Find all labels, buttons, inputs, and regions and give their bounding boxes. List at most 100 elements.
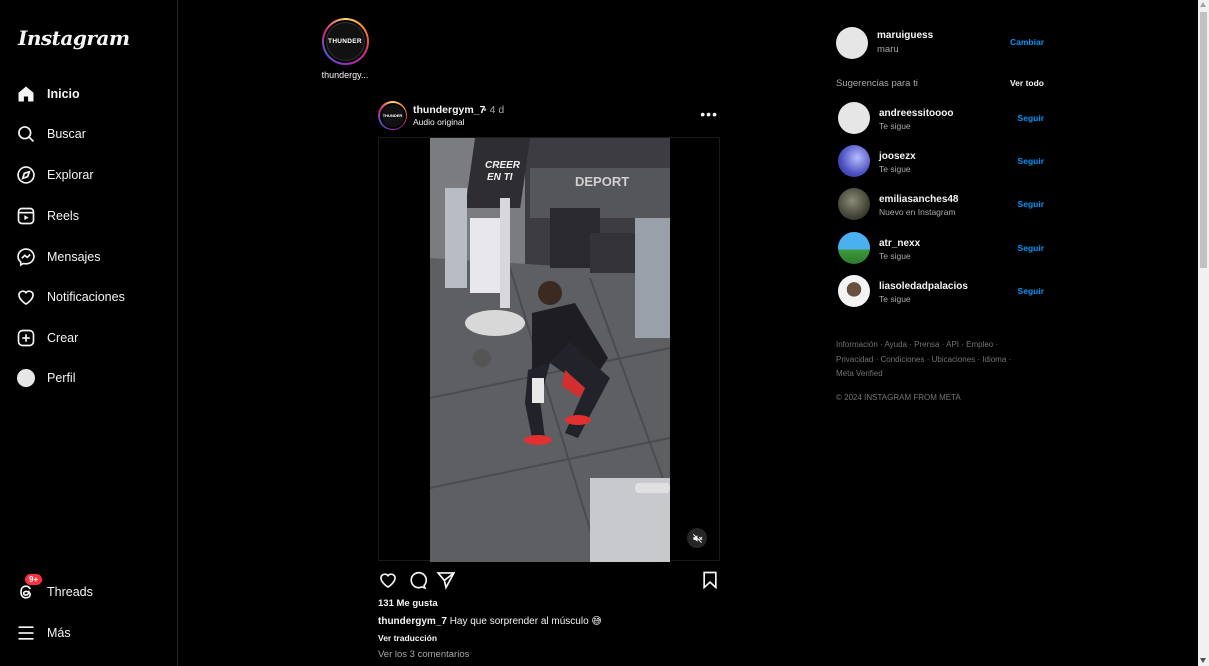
threads-icon: 9+ [16, 574, 43, 602]
view-comments-link[interactable]: Ver los 3 comentarios [378, 649, 469, 660]
reels-icon [16, 206, 36, 226]
feed-post: THUNDER thundergym_7 • 4 d Audio origina… [378, 100, 720, 660]
instagram-app: Instagram Inicio Buscar Explorar Reels M… [0, 0, 1209, 666]
sidebar-item-crear[interactable]: Crear [16, 325, 166, 351]
avatar[interactable] [838, 275, 870, 307]
follow-button[interactable]: Seguir [1018, 156, 1044, 166]
suggestion-item: atr_nexx Te sigue Seguir [836, 232, 1046, 266]
post-media[interactable]: DEPORT CREER EN TI [378, 137, 720, 562]
suggestion-reason: Nuevo en Instagram [879, 207, 956, 217]
avatar[interactable] [838, 102, 870, 134]
search-icon [16, 124, 36, 144]
see-translation-link[interactable]: Ver traducción [378, 633, 437, 643]
sidebar-item-label: Threads [47, 585, 93, 599]
suggestion-username[interactable]: andreessitoooo [879, 108, 953, 119]
sidebar-item-notificaciones[interactable]: Notificaciones [16, 284, 166, 310]
plus-square-icon [16, 328, 36, 348]
video-sign-deport: DEPORT [575, 174, 629, 189]
switch-account-button[interactable]: Cambiar [1010, 37, 1044, 47]
sidebar-item-label: Explorar [47, 168, 94, 182]
video-sign-creer: CREER [485, 160, 521, 171]
page-scrollbar[interactable] [1198, 0, 1209, 666]
story-item[interactable]: THUNDER thundergy... [320, 18, 370, 80]
share-icon[interactable] [436, 570, 456, 590]
copyright: © 2024 INSTAGRAM FROM META [836, 393, 961, 402]
sidebar-item-inicio[interactable]: Inicio [16, 81, 166, 107]
suggestion-reason: Te sigue [879, 294, 911, 304]
suggestions-header: Sugerencias para ti Ver todo [836, 78, 1046, 92]
follow-button[interactable]: Seguir [1018, 243, 1044, 253]
suggestion-item: liasoledadpalacios Te sigue Seguir [836, 275, 1046, 309]
heart-icon [16, 287, 36, 307]
story-ring: THUNDER [321, 18, 369, 65]
hamburger-icon [16, 623, 36, 643]
avatar[interactable] [838, 188, 870, 220]
post-audio-link[interactable]: Audio original [413, 117, 465, 127]
compass-icon [16, 165, 36, 185]
sidebar-item-label: Reels [47, 209, 79, 223]
video-sign-en-ti: EN TI [487, 172, 513, 183]
follow-button[interactable]: Seguir [1018, 286, 1044, 296]
avatar[interactable] [838, 145, 870, 177]
messenger-icon [16, 247, 36, 267]
suggestion-username[interactable]: emiliasanches48 [879, 194, 959, 205]
suggestion-item: joosezx Te sigue Seguir [836, 145, 1046, 179]
scroll-up-arrow-icon[interactable] [1200, 2, 1206, 7]
footer-links-line[interactable]: Meta Verified [836, 367, 1046, 382]
sidebar-item-label: Inicio [47, 87, 80, 101]
caption-text: Hay que sorprender al músculo 😅 [449, 616, 602, 627]
sidebar-item-mensajes[interactable]: Mensajes [16, 244, 166, 270]
post-header: THUNDER thundergym_7 • 4 d Audio origina… [378, 100, 720, 132]
home-icon [16, 84, 36, 104]
sidebar-item-mas[interactable]: Más [16, 620, 166, 646]
sidebar-item-perfil[interactable]: Perfil [16, 365, 166, 391]
sidebar-item-label: Buscar [47, 127, 86, 141]
scroll-thumb[interactable] [1200, 12, 1207, 268]
scroll-down-arrow-icon[interactable] [1200, 658, 1206, 663]
footer-links-line[interactable]: Información · Ayuda · Prensa · API · Emp… [836, 338, 1046, 353]
more-options-icon[interactable]: ••• [700, 106, 718, 122]
post-video[interactable]: DEPORT CREER EN TI [430, 138, 670, 562]
post-username[interactable]: thundergym_7 [413, 104, 485, 116]
footer-links: Información · Ayuda · Prensa · API · Emp… [836, 338, 1046, 382]
mute-button[interactable] [687, 528, 707, 548]
save-icon[interactable] [700, 570, 720, 590]
suggestion-username[interactable]: joosezx [879, 151, 916, 162]
right-panel: maruiguess maru Cambiar Sugerencias para… [836, 26, 1046, 402]
avatar[interactable] [838, 232, 870, 264]
like-icon[interactable] [378, 570, 398, 590]
sidebar-item-label: Notificaciones [47, 290, 125, 304]
suggestion-reason: Te sigue [879, 164, 911, 174]
video-frame: DEPORT CREER EN TI [430, 138, 670, 562]
like-count[interactable]: 131 Me gusta [378, 598, 438, 609]
suggestion-username[interactable]: liasoledadpalacios [879, 281, 968, 292]
follow-button[interactable]: Seguir [1018, 199, 1044, 209]
footer-links-line[interactable]: Privacidad · Condiciones · Ubicaciones ·… [836, 353, 1046, 368]
sidebar-item-label: Más [47, 626, 71, 640]
current-username[interactable]: maruiguess [877, 30, 933, 41]
sidebar-item-explorar[interactable]: Explorar [16, 162, 166, 188]
sidebar-item-buscar[interactable]: Buscar [16, 121, 166, 147]
suggestion-item: andreessitoooo Te sigue Seguir [836, 102, 1046, 136]
post-avatar[interactable]: THUNDER [378, 101, 407, 130]
follow-button[interactable]: Seguir [1018, 113, 1044, 123]
suggestion-reason: Te sigue [879, 121, 911, 131]
sidebar-item-reels[interactable]: Reels [16, 203, 166, 229]
story-username: thundergy... [321, 70, 369, 80]
sidebar-item-label: Mensajes [47, 250, 101, 264]
post-actions [378, 570, 720, 590]
suggestion-reason: Te sigue [879, 251, 911, 261]
sidebar-item-threads[interactable]: 9+ Threads [16, 574, 166, 605]
story-avatar: THUNDER [325, 22, 365, 61]
suggestion-item: emiliasanches48 Nuevo en Instagram Segui… [836, 188, 1046, 222]
current-fullname: maru [877, 44, 899, 55]
suggestion-username[interactable]: atr_nexx [879, 238, 920, 249]
instagram-logo[interactable]: Instagram [18, 26, 130, 50]
see-all-link[interactable]: Ver todo [1010, 78, 1044, 88]
comment-icon[interactable] [407, 570, 428, 590]
avatar[interactable] [836, 27, 868, 59]
caption-username[interactable]: thundergym_7 [378, 616, 447, 627]
muted-speaker-icon [692, 533, 702, 543]
sidebar-item-label: Perfil [47, 371, 76, 385]
post-caption: thundergym_7 Hay que sorprender al múscu… [378, 616, 602, 627]
